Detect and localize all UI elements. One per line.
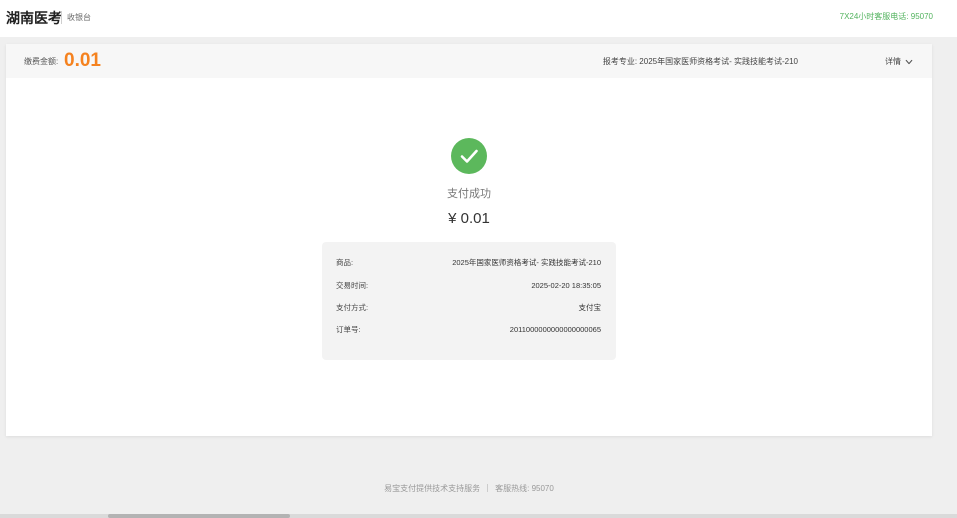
payment-result-card: 缴费金额: 0.01 报考专业: 2025年国家医师资格考试- 实践技能考试-2… [6,44,932,436]
order-row-method: 支付方式: 支付宝 [336,301,601,315]
order-row-value: 2025年国家医师资格考试- 实践技能考试-210 [452,258,601,267]
details-label: 详情 [885,57,901,66]
order-row-number: 订单号: 2011000000000000000065 [336,323,601,337]
top-header: 湖南医考 收银台 7X24小时客服电话: 95070 [0,0,957,37]
page-footer: 易宝支付提供技术支持服务 客服热线: 95070 [0,483,938,495]
order-row-label: 交易时间: [336,281,369,290]
amount-value: 0.01 [64,50,101,71]
details-toggle[interactable]: 详情 [885,55,913,69]
brand-logo-text[interactable]: 湖南医考 [6,8,62,28]
exam-major-value: 2025年国家医师资格考试- 实践技能考试-210 [639,57,798,66]
payment-status: 支付成功 [447,188,491,200]
support-hotline: 7X24小时客服电话: 95070 [839,12,933,21]
exam-major-label: 报考专业: [602,57,640,66]
chevron-down-icon [905,59,913,65]
horizontal-scrollbar-thumb[interactable] [108,514,290,518]
horizontal-scrollbar[interactable] [0,514,957,518]
order-row-value: 2025-02-20 18:35:05 [531,281,601,290]
order-row-value: 2011000000000000000065 [509,325,601,334]
order-row-value: 支付宝 [578,303,602,312]
order-row-label: 支付方式: [336,303,369,312]
footer-divider [487,484,489,492]
order-row-time: 交易时间: 2025-02-20 18:35:05 [336,279,601,293]
paid-amount: ¥ 0.01 [448,210,490,227]
exam-major: 报考专业: 2025年国家医师资格考试- 实践技能考试-210 [603,56,798,68]
page-subtitle: 收银台 [67,13,91,22]
footer-provider: 易宝支付提供技术支持服务 [384,484,481,493]
payment-summary-bar: 缴费金额: 0.01 报考专业: 2025年国家医师资格考试- 实践技能考试-2… [6,44,932,78]
order-details-panel: 商品: 2025年国家医师资格考试- 实践技能考试-210 交易时间: 2025… [322,242,616,360]
order-row-label: 订单号: [336,325,361,334]
footer-hotline: 客服热线: 95070 [495,484,554,493]
header-divider [61,11,62,24]
check-circle-icon [451,138,487,174]
order-row-product: 商品: 2025年国家医师资格考试- 实践技能考试-210 [336,256,601,270]
amount-label: 缴费金额: [24,57,59,66]
order-row-label: 商品: [336,258,354,267]
